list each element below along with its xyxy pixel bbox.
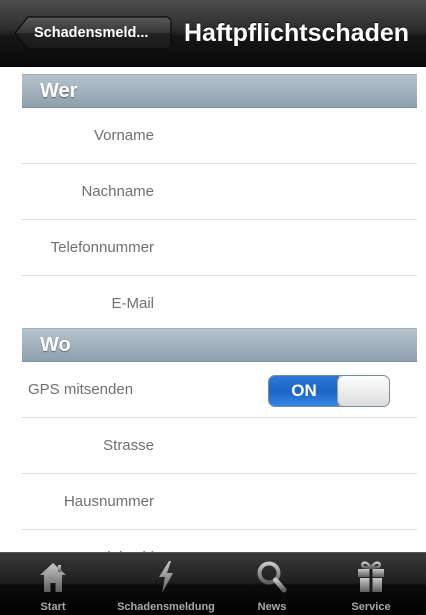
form-table: Wer Vorname Nachname Telefonnummer E-Mai… bbox=[0, 66, 426, 552]
gps-toggle[interactable]: ON bbox=[268, 375, 390, 407]
field-label: Postleitzahl bbox=[77, 530, 154, 552]
section-header-label: Wer bbox=[40, 80, 78, 102]
back-button-label: Schadensmeld... bbox=[34, 25, 149, 41]
tab-service[interactable]: Service bbox=[326, 553, 416, 615]
section-header-wo: Wo bbox=[22, 328, 417, 362]
navigation-bar: Schadensmeld... Haftpflichtschaden bbox=[0, 0, 426, 67]
toggle-knob[interactable] bbox=[337, 376, 389, 406]
field-label: Nachname bbox=[81, 183, 154, 200]
magnifier-icon bbox=[257, 561, 287, 593]
hausnummer-input[interactable] bbox=[170, 482, 414, 524]
field-row-vorname[interactable]: Vorname bbox=[22, 108, 417, 164]
field-row-email[interactable]: E-Mail bbox=[22, 276, 417, 332]
toggle-on-segment: ON bbox=[269, 376, 339, 406]
field-label: Strasse bbox=[103, 437, 154, 454]
gift-icon bbox=[358, 561, 384, 592]
tab-label: News bbox=[257, 601, 287, 613]
back-button[interactable]: Schadensmeld... bbox=[14, 16, 172, 50]
section-header-wer: Wer bbox=[22, 74, 417, 108]
postleitzahl-input[interactable] bbox=[170, 538, 414, 552]
tab-label: Start bbox=[40, 601, 66, 613]
tab-news[interactable]: News bbox=[232, 553, 312, 615]
tab-start[interactable]: Start bbox=[8, 553, 98, 615]
tab-label: Schadensmeldung bbox=[117, 601, 215, 613]
field-row-telefonnummer[interactable]: Telefonnummer bbox=[22, 220, 417, 276]
nachname-input[interactable] bbox=[170, 172, 414, 214]
field-row-gps: GPS mitsenden ON bbox=[22, 362, 417, 418]
field-row-hausnummer[interactable]: Hausnummer bbox=[22, 474, 417, 530]
email-input[interactable] bbox=[170, 284, 414, 326]
field-label: Vorname bbox=[93, 127, 154, 144]
field-label: Hausnummer bbox=[63, 493, 154, 510]
vorname-input[interactable] bbox=[170, 116, 414, 158]
tab-schadensmeldung[interactable]: Schadensmeldung bbox=[108, 553, 224, 615]
lightning-icon bbox=[159, 561, 173, 593]
gps-label: GPS mitsenden bbox=[28, 381, 134, 398]
field-label: Telefonnummer bbox=[50, 239, 154, 256]
field-label: E-Mail bbox=[111, 295, 154, 312]
field-row-nachname[interactable]: Nachname bbox=[22, 164, 417, 220]
tab-label: Service bbox=[351, 601, 391, 613]
toggle-state-label: ON bbox=[291, 381, 317, 400]
field-row-strasse[interactable]: Strasse bbox=[22, 418, 417, 474]
telefonnummer-input[interactable] bbox=[170, 228, 414, 270]
field-row-postleitzahl[interactable]: Postleitzahl bbox=[22, 530, 417, 552]
strasse-input[interactable] bbox=[170, 426, 414, 468]
page-title: Haftpflichtschaden bbox=[184, 19, 410, 47]
section-header-label: Wo bbox=[40, 334, 71, 356]
tab-bar: Start Schadensmeldung News Service bbox=[0, 552, 426, 615]
home-icon bbox=[40, 563, 66, 592]
